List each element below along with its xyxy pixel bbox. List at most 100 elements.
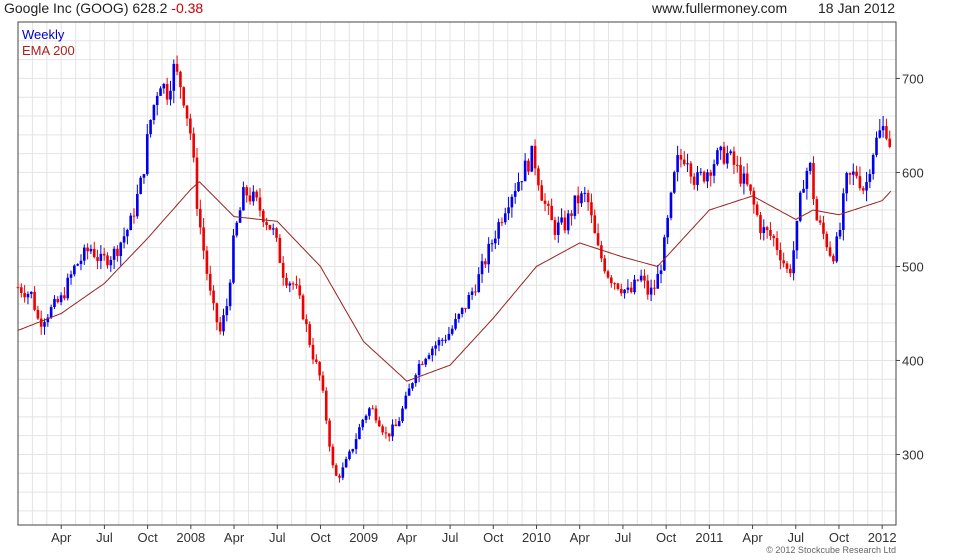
candle-body [132, 215, 136, 217]
candle-body [192, 133, 195, 158]
candle-body [782, 260, 785, 264]
candle-body [722, 146, 726, 164]
candle-body [669, 192, 673, 218]
candle-body [560, 217, 563, 223]
y-tick-label: 400 [902, 353, 924, 368]
candle-body [291, 283, 295, 285]
candle-body [490, 243, 494, 245]
candle-body [480, 261, 484, 275]
y-tick-label: 600 [902, 165, 924, 180]
candle-body [732, 151, 736, 165]
candle-body [371, 408, 374, 410]
candle-body [407, 388, 411, 396]
candle-body [742, 173, 746, 184]
candle-body [629, 287, 633, 293]
candle-body [112, 248, 116, 260]
candle-body [26, 293, 30, 298]
candle-body [507, 207, 510, 214]
candle-body [888, 138, 892, 147]
candle-body [454, 318, 457, 329]
candle-body [706, 172, 709, 182]
grid-lines [18, 22, 896, 525]
candle-body [663, 237, 666, 271]
candle-body [427, 355, 431, 359]
candle-body [467, 294, 471, 309]
candle-body [202, 227, 205, 251]
candle-body [487, 243, 490, 265]
candle-body [752, 190, 756, 205]
candle-body [795, 220, 799, 251]
candle-body [745, 173, 749, 185]
candle-body [295, 284, 298, 286]
candle-body [653, 287, 656, 289]
candle-body [431, 348, 434, 356]
candle-body [232, 235, 235, 283]
candle-body [868, 174, 872, 182]
candle-body [338, 475, 341, 478]
candle-body [447, 333, 451, 340]
candle-body [739, 164, 742, 184]
candle-body [646, 280, 650, 295]
x-tick-label: Apr [570, 530, 591, 545]
candle-body [848, 173, 852, 175]
candle-body [779, 249, 782, 261]
candle-body [172, 63, 176, 91]
candle-body [242, 187, 245, 211]
copyright-text: © 2012 Stockcube Research Ltd [766, 545, 896, 555]
candle-body [268, 224, 272, 230]
candle-body [391, 424, 394, 437]
x-tick-label: 2012 [868, 530, 897, 545]
candle-body [470, 291, 474, 295]
candle-body [109, 259, 113, 266]
x-tick-label: Jul [442, 530, 459, 545]
candle-body [603, 258, 606, 272]
candle-body [321, 375, 325, 391]
candle-body [855, 171, 858, 177]
candle-body [759, 215, 762, 234]
candle-body [69, 274, 73, 278]
candle-body [580, 193, 583, 204]
candle-body [82, 247, 86, 261]
candle-body [696, 172, 699, 185]
candle-body [828, 247, 832, 256]
candle-body [566, 213, 570, 231]
candle-body [520, 181, 524, 183]
candle-body [271, 228, 275, 230]
candle-body [676, 155, 679, 173]
y-tick-label: 500 [902, 259, 924, 274]
candle-body [381, 426, 384, 433]
candle-body [517, 182, 520, 192]
candle-body [215, 303, 219, 323]
candle-body [590, 202, 593, 216]
candle-body [235, 222, 239, 236]
candle-body [142, 174, 146, 178]
candle-body [835, 236, 839, 262]
candle-body [152, 105, 156, 120]
candle-body [792, 250, 795, 274]
candle-body [225, 306, 229, 316]
candle-body [537, 168, 540, 186]
candle-body [79, 260, 83, 265]
candle-body [440, 339, 444, 341]
candle-body [633, 279, 636, 293]
candle-body [361, 419, 365, 428]
candle-body [29, 291, 33, 294]
x-tick-label: Apr [224, 530, 245, 545]
candle-body [218, 322, 222, 332]
candle-body [162, 83, 166, 89]
candle-body [636, 279, 640, 281]
candle-body [805, 170, 809, 189]
candle-body [769, 230, 772, 236]
candle-body [672, 172, 676, 193]
candle-body [702, 171, 706, 182]
candle-body [762, 227, 766, 234]
candle-body [593, 215, 597, 234]
candle-body [649, 287, 653, 295]
candle-body [53, 298, 56, 308]
candle-body [583, 192, 587, 194]
candle-body [285, 277, 288, 286]
candle-body [185, 105, 189, 119]
candle-body [374, 408, 378, 421]
candle-body [494, 238, 497, 244]
candle-body [679, 155, 683, 160]
